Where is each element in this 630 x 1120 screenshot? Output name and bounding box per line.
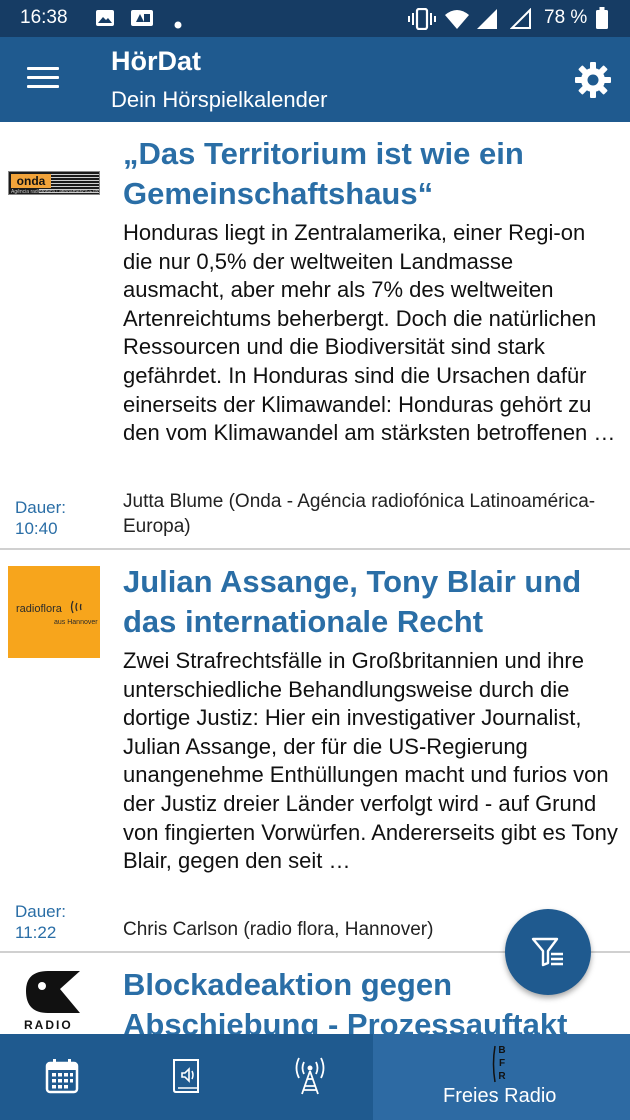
calendar-icon [45, 1059, 79, 1094]
nav-stations[interactable] [248, 1034, 373, 1120]
radio-logo-text: RADIO [24, 1018, 73, 1032]
bottom-navigation: B F R Freies Radio [0, 1034, 630, 1120]
signal-empty-icon [509, 7, 532, 34]
svg-text:F: F [499, 1058, 505, 1069]
filter-list-icon [531, 937, 563, 967]
radio-play-book-icon [173, 1059, 199, 1093]
onda-logo: onda Agência radiofónica Latinoamérica-E… [8, 171, 100, 195]
broadcast-list[interactable]: onda Agência radiofónica Latinoamérica-E… [0, 122, 630, 1034]
radioflora-logo: radioflora aus Hannover [8, 566, 100, 658]
onda-logo-text: onda [11, 174, 51, 188]
radioflora-logo-caption: aus Hannover [54, 619, 98, 626]
wifi-icon [444, 8, 470, 34]
onda-logo-caption: Agência radiofónica Latinoamérica-Europa [11, 189, 99, 195]
status-bar: 16:38 78 % [0, 0, 630, 37]
nav-freies-radio-label: Freies Radio [443, 1085, 557, 1107]
status-time: 16:38 [20, 7, 68, 28]
hamburger-menu-icon[interactable] [27, 67, 59, 91]
list-item[interactable]: onda Agência radiofónica Latinoamérica-E… [0, 122, 630, 550]
item-author: Jutta Blume (Onda - Agéncia radiofónica … [123, 491, 596, 537]
item-title[interactable]: „Das Territorium ist wie ein Gemeinschaf… [123, 134, 618, 214]
screenshot-icon [130, 8, 154, 32]
nav-calendar[interactable] [0, 1034, 124, 1120]
duration-label: Dauer: [15, 902, 67, 921]
gear-icon[interactable] [574, 61, 612, 99]
vibrate-icon [408, 7, 436, 34]
item-description: Honduras liegt in Zentralamerika, einer … [123, 220, 616, 446]
item-title[interactable]: Julian Assange, Tony Blair und das inter… [123, 562, 618, 642]
app-subtitle: Dein Hörspielkalender [111, 87, 328, 112]
app-title: HörDat [111, 46, 202, 76]
dot-icon [174, 14, 182, 33]
filter-button[interactable] [505, 909, 591, 995]
radio-logo: RADIO [22, 969, 82, 1034]
svg-text:R: R [498, 1071, 506, 1082]
duration-label: Dauer: [15, 498, 67, 517]
radio-tower-icon [295, 1057, 325, 1095]
duration-value: 10:40 [15, 519, 58, 538]
app-bar: HörDat Dein Hörspielkalender [0, 37, 630, 122]
battery-icon [596, 7, 608, 33]
svg-text:B: B [498, 1045, 505, 1056]
list-item[interactable]: radioflora aus Hannover Julian Assange, … [0, 550, 630, 953]
nav-freies-radio[interactable]: B F R Freies Radio [373, 1034, 630, 1120]
battery-level: 78 % [544, 7, 588, 28]
item-description: Zwei Strafrechtsfälle in Großbritannien … [123, 648, 618, 874]
signal-icon [476, 8, 498, 34]
nav-radio-plays[interactable] [124, 1034, 248, 1120]
bfr-logo-icon: B F R [492, 1045, 506, 1083]
image-icon [95, 8, 115, 32]
duration-value: 11:22 [15, 923, 57, 942]
